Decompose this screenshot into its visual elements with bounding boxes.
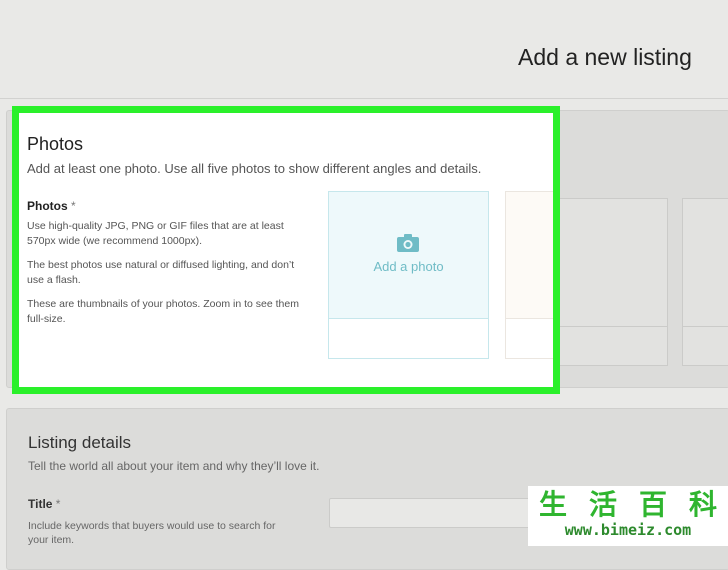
camera-icon [397, 234, 419, 252]
listing-details-heading: Listing details [28, 433, 132, 452]
photos-field-label: Photos * [27, 199, 76, 213]
photos-help-quality: Use high-quality JPG, PNG or GIF files t… [27, 220, 284, 247]
watermark-logo: 生 活 百 科 www.bimeiz.com [528, 486, 728, 546]
photos-help-lighting: The best photos use natural or diffused … [27, 259, 295, 286]
title-field-label: Title * [28, 497, 61, 511]
photo-slot-2[interactable] [505, 191, 553, 359]
required-mark: * [71, 199, 76, 213]
photos-section-highlight: Photos Add at least one photo. Use all f… [12, 106, 560, 394]
photos-heading: Photos [27, 134, 84, 154]
photo-slot-caption-area [329, 318, 488, 358]
page-title: Add a new listing [518, 44, 692, 70]
watermark-url: www.bimeiz.com [564, 521, 692, 539]
required-mark: * [55, 497, 61, 511]
listing-details-subtitle: Tell the world all about your item and w… [28, 459, 320, 473]
add-photo-label: Add a photo [373, 259, 444, 274]
watermark-characters: 生 活 百 科 [538, 488, 717, 521]
photo-slot-4[interactable] [682, 198, 728, 366]
title-help-text: Include keywords that buyers would use t… [28, 520, 276, 546]
photos-subtitle: Add at least one photo. Use all five pho… [27, 161, 482, 176]
add-photo-button[interactable]: Add a photo [328, 191, 489, 359]
photos-help-thumbnails: These are thumbnails of your photos. Zoo… [27, 298, 299, 325]
photo-slot-caption-area [506, 318, 553, 358]
header-divider [0, 98, 728, 99]
photo-slot-3[interactable] [546, 198, 668, 366]
